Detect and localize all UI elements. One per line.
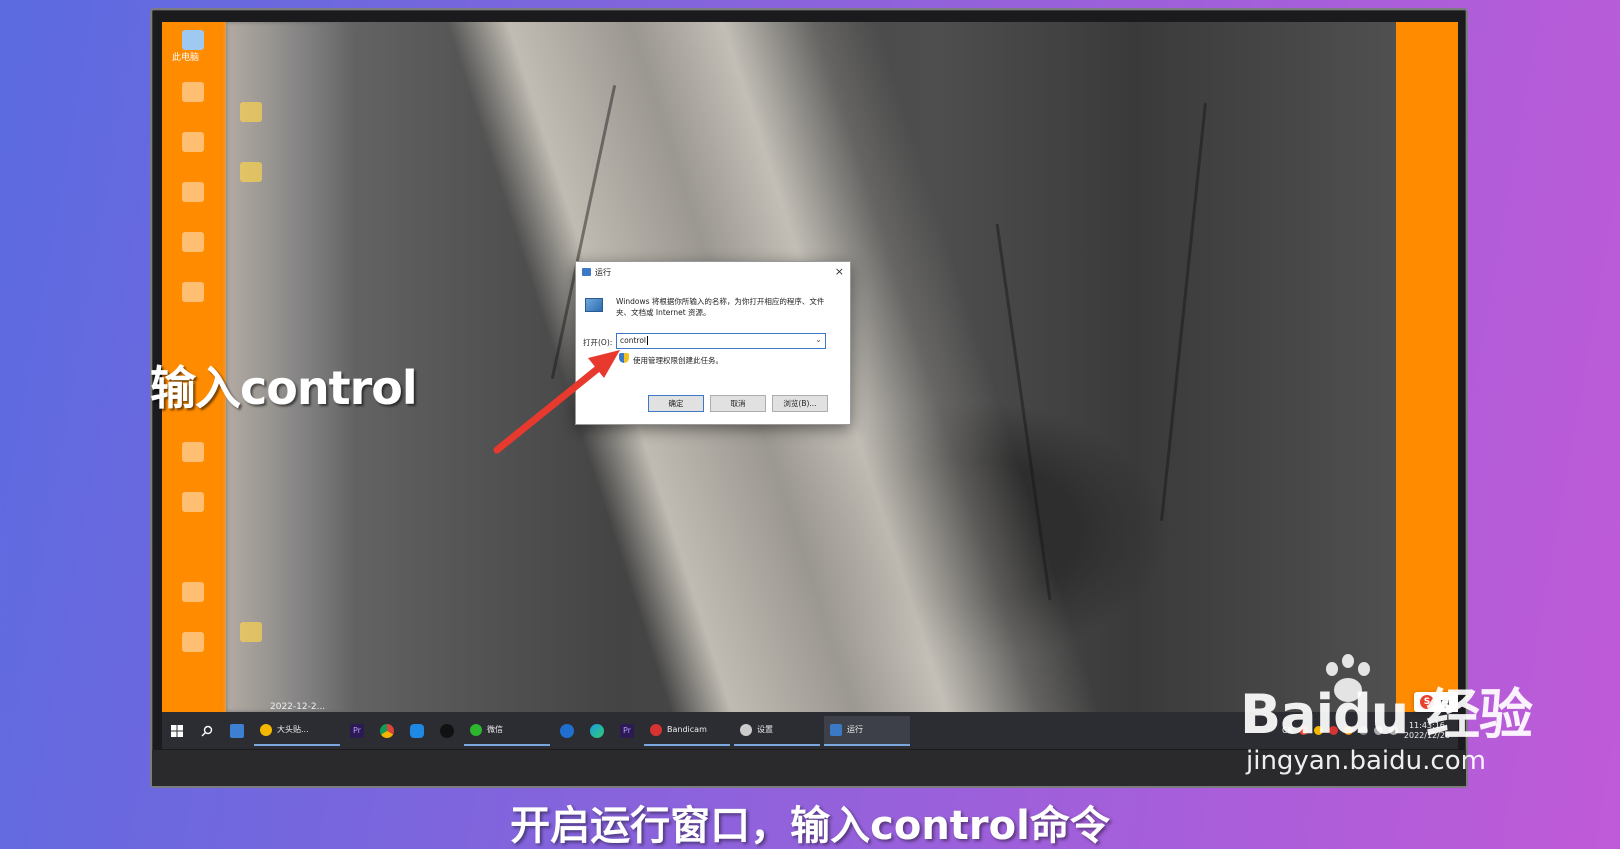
baidu-watermark: Baidu 经验 jingyan.baidu.com	[1240, 654, 1533, 776]
watermark-url: jingyan.baidu.com	[1246, 746, 1486, 776]
video-caption: 开启运行窗口，输入control命令	[510, 803, 1110, 849]
watermark-brand: Baidu 经验	[1240, 683, 1533, 746]
baidu-paw-logo	[1318, 652, 1378, 712]
